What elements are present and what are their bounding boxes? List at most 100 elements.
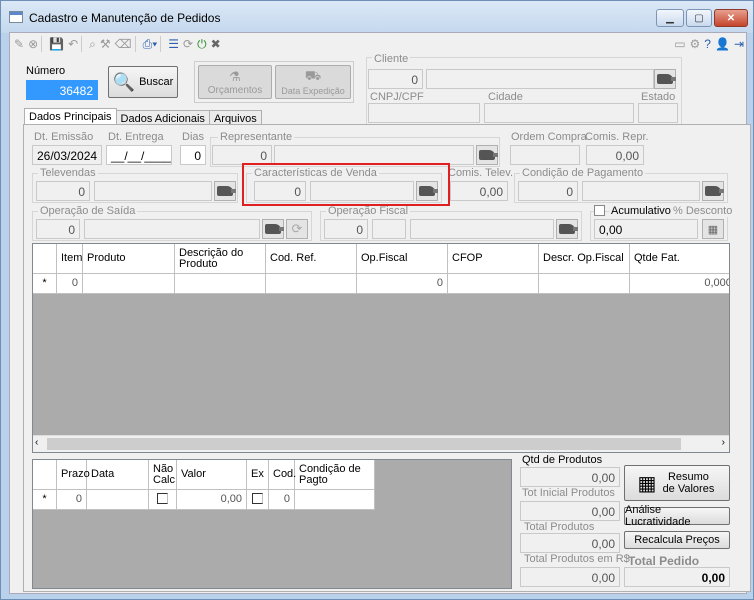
close-button[interactable]: ✕ [714,9,748,27]
cell-nao-calc[interactable] [149,490,177,509]
cell-valor[interactable]: 0,00 [177,490,247,509]
cond-pagamento-code-field[interactable]: 0 [518,181,578,201]
cliente-code-field[interactable]: 0 [368,69,423,89]
screen-icon[interactable]: ▭ [674,35,685,53]
dias-field[interactable]: 0 [180,145,206,165]
col-cfop[interactable]: CFOP [448,244,539,273]
cell-qtde[interactable]: 0,0000 [630,274,729,293]
refresh-icon[interactable]: ⟳ [183,35,193,53]
dt-entrega-field[interactable]: __/__/____ [106,145,172,165]
user-icon[interactable]: 👤 [715,35,730,53]
help-icon[interactable]: ? [704,35,711,53]
cell-cod-ref[interactable] [266,274,357,293]
televendas-name-field[interactable] [94,181,212,201]
buscar-button[interactable]: 🔍 Buscar [108,66,178,98]
tools-icon[interactable]: ⚒ [100,35,111,53]
representante-name-field[interactable] [274,145,474,165]
representante-lookup-button[interactable] [476,145,498,165]
print-icon[interactable]: ⎙▾ [143,35,158,53]
op-saida-refresh-button[interactable]: ⟳ [286,219,308,239]
save-icon[interactable]: 💾 [49,35,64,53]
col-produto[interactable]: Produto [83,244,175,273]
recalcula-precos-button[interactable]: Recalcula Preços [624,531,730,549]
cell-produto[interactable] [83,274,175,293]
eraser-icon[interactable]: ⌫ [115,35,132,53]
magnifier-icon: 🔍 [112,71,136,92]
cell-descricao[interactable] [175,274,266,293]
table-row[interactable]: * 0 0,00 0 [33,490,375,510]
plug-icon[interactable]: ⏻ [197,35,207,53]
search-icon[interactable]: ⌕ [89,35,96,53]
scrollbar-thumb[interactable] [47,438,681,450]
calculator-button[interactable]: ▦ [702,219,724,239]
cidade-field[interactable] [484,103,634,123]
op-fiscal-code-field[interactable]: 0 [324,219,368,239]
scroll-left-icon[interactable]: ‹ [35,437,38,448]
col-qtde-fat[interactable]: Qtde Fat. [630,244,729,273]
representante-code-field[interactable]: 0 [212,145,272,165]
cancel-icon[interactable]: ⊗ [28,35,38,53]
op-saida-name-field[interactable] [84,219,260,239]
televendas-lookup-button[interactable] [214,181,236,201]
col-prazo[interactable]: Prazo [57,460,90,489]
table-row[interactable]: * 0 0 0,0000 [33,274,729,294]
op-fiscal-lookup-button[interactable] [556,219,578,239]
horizontal-scrollbar[interactable]: ‹ › [33,435,729,452]
settings-icon[interactable]: ⚙ [690,35,701,53]
scroll-right-icon[interactable]: › [722,437,725,448]
cell-op-fiscal[interactable]: 0 [357,274,448,293]
exit-icon[interactable]: ⇥ [734,35,744,53]
col-descricao[interactable]: Descrição do Produto [175,244,266,273]
col-item[interactable]: Item [57,244,83,273]
col-op-fiscal[interactable]: Op.Fiscal [357,244,448,273]
cell-cod[interactable]: 0 [269,490,295,509]
op-fiscal-cfop-field[interactable] [372,219,406,239]
cond-pagamento-lookup-button[interactable] [702,181,724,201]
delete-icon[interactable]: ✖ [211,35,221,53]
desconto-field[interactable]: 0,00 [594,219,698,239]
acumulativo-checkbox[interactable] [594,205,605,216]
cliente-name-field[interactable] [426,69,654,89]
col-nao-calc[interactable]: Não Calc [149,460,177,489]
dt-emissao-field[interactable]: 26/03/2024 [32,145,102,165]
cnpj-field[interactable] [368,103,480,123]
ordem-compra-field[interactable] [510,145,580,165]
analise-lucratividade-button[interactable]: Análise Lucratividade [624,504,730,528]
comis-repr-field[interactable]: 0,00 [586,145,644,165]
col-data[interactable]: Data [87,460,149,489]
televendas-code-field[interactable]: 0 [36,181,90,201]
col-descr-op-fiscal[interactable]: Descr. Op.Fiscal [539,244,630,273]
col-condicao[interactable]: Condição de Pagto [295,460,375,489]
nao-calc-checkbox[interactable] [157,493,168,504]
comis-telev-field[interactable]: 0,00 [450,181,508,201]
cell-ex[interactable] [247,490,269,509]
ordem-compra-label: Ordem Compra [511,131,587,143]
cell-item[interactable]: 0 [57,274,83,293]
orcamentos-button[interactable]: ⚗ Orçamentos [198,65,272,99]
ex-checkbox[interactable] [252,493,263,504]
cell-cfop[interactable] [448,274,539,293]
op-saida-lookup-button[interactable] [262,219,284,239]
cell-data[interactable] [87,490,149,509]
estado-field[interactable] [638,103,678,123]
undo-icon[interactable]: ↶ [68,35,78,53]
numero-input[interactable]: 36482 [26,80,98,100]
resumo-valores-button[interactable]: ▦ Resumo de Valores [624,465,730,501]
cliente-lookup-button[interactable] [654,69,676,89]
op-fiscal-name-field[interactable] [410,219,554,239]
edit-icon[interactable]: ✎ [14,35,24,53]
cell-prazo[interactable]: 0 [57,490,87,509]
data-expedicao-button[interactable]: ⛟ Data Expedição [275,65,351,99]
minimize-button[interactable]: ▁ [656,9,684,27]
col-valor[interactable]: Valor [177,460,247,489]
maximize-button[interactable]: ▢ [686,9,712,27]
cell-condicao[interactable] [295,490,375,509]
list-icon[interactable]: ☰ [168,35,179,53]
col-ex[interactable]: Ex [247,460,269,489]
col-cod[interactable]: Cod. [269,460,296,489]
parcelas-grid-header: Prazo Data Não Calc Valor Ex Cod. Condiç… [33,460,375,490]
cond-pagamento-name-field[interactable] [582,181,700,201]
cell-descr-op[interactable] [539,274,630,293]
col-cod-ref[interactable]: Cod. Ref. [266,244,357,273]
op-saida-code-field[interactable]: 0 [36,219,80,239]
